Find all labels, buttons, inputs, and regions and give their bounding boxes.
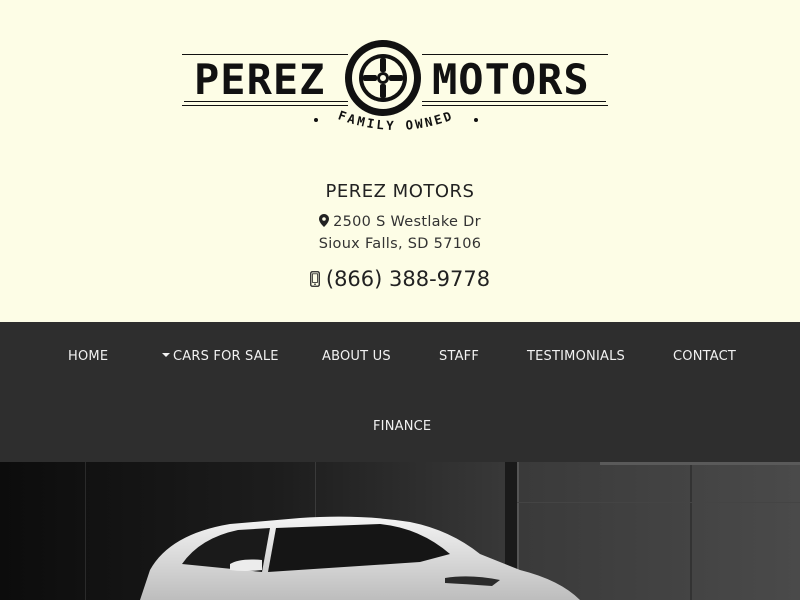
business-name: PEREZ MOTORS bbox=[325, 181, 475, 202]
site-header: PEREZ MOTORS FAMILY OWNED PEREZ MOTORS 2… bbox=[0, 0, 800, 322]
phone-number: (866) 388-9778 bbox=[325, 267, 491, 291]
nav-item-cars-for-sale[interactable]: CARS FOR SALE bbox=[162, 348, 279, 366]
svg-text:FAMILY OWNED: FAMILY OWNED bbox=[336, 107, 455, 133]
nav-item-about-us[interactable]: ABOUT US bbox=[322, 348, 391, 366]
nav-item-label: ABOUT US bbox=[322, 349, 391, 364]
nav-item-label: CONTACT bbox=[673, 349, 737, 364]
address-street: 2500 S Westlake Dr bbox=[333, 214, 481, 230]
nav-item-label: STAFF bbox=[439, 349, 480, 364]
phone-link[interactable]: (866) 388-9778 bbox=[0, 267, 800, 291]
hero-car-photo bbox=[0, 462, 800, 600]
caret-down-icon bbox=[162, 353, 170, 357]
nav-item-label: HOME bbox=[68, 349, 109, 364]
nav-item-finance[interactable]: FINANCE bbox=[373, 418, 431, 436]
logo-tagline: FAMILY OWNED bbox=[314, 107, 478, 133]
tagline-text: FAMILY OWNED bbox=[336, 107, 453, 133]
nav-item-label: CARS FOR SALE bbox=[173, 349, 279, 364]
map-pin-icon bbox=[319, 214, 330, 227]
address-city: Sioux Falls, SD 57106 bbox=[318, 236, 482, 252]
nav-item-staff[interactable]: STAFF bbox=[439, 348, 479, 366]
nav-item-testimonials[interactable]: TESTIMONIALS bbox=[527, 348, 625, 366]
mobile-phone-icon bbox=[309, 271, 320, 287]
nav-item-label: FINANCE bbox=[373, 419, 432, 434]
address-line-1[interactable]: 2500 S Westlake Dr bbox=[0, 214, 800, 230]
main-nav: HOME CARS FOR SALE ABOUT US STAFF TESTIM… bbox=[0, 322, 800, 462]
nav-item-label: TESTIMONIALS bbox=[527, 349, 625, 364]
perez-motors-logo[interactable]: PEREZ MOTORS FAMILY OWNED bbox=[182, 38, 610, 148]
nav-item-contact[interactable]: CONTACT bbox=[673, 348, 736, 366]
hero-image bbox=[0, 462, 800, 600]
nav-item-home[interactable]: HOME bbox=[68, 348, 108, 366]
